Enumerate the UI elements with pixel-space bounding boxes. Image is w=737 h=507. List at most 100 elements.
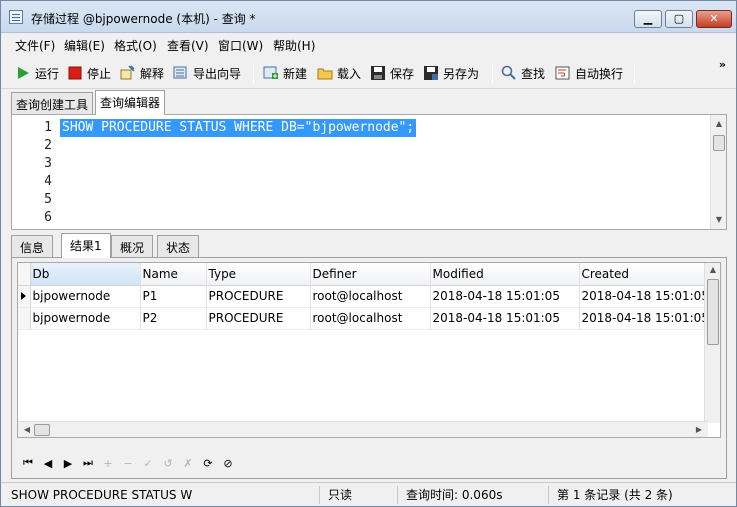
table-row[interactable]: bjpowernode P2 PROCEDURE root@localhost … — [18, 307, 710, 330]
save-button[interactable]: 保存 — [370, 63, 414, 83]
load-button[interactable]: 载入 — [317, 63, 361, 83]
refresh-icon[interactable]: ⟳ — [198, 457, 218, 470]
table-cell[interactable]: root@localhost — [310, 285, 431, 308]
line-number: 1 — [44, 120, 52, 135]
table-cell[interactable]: bjpowernode — [30, 285, 141, 308]
word-wrap-icon — [555, 65, 571, 81]
next-record-icon[interactable]: ▶ — [58, 457, 78, 470]
add-record-icon[interactable]: + — [98, 457, 118, 470]
explain-label: 解释 — [140, 66, 165, 81]
save-label: 保存 — [390, 66, 415, 81]
line-number: 3 — [44, 156, 52, 171]
discard-changes-icon[interactable]: ↺ — [158, 457, 178, 470]
menu-bar: 文件(F) 编辑(E) 格式(O) 查看(V) 窗口(W) 帮助(H) — [1, 34, 736, 56]
search-icon — [501, 65, 517, 81]
record-navigation-bar: ⏮ ◀ ▶ ⏭ + − ✓ ↺ ✗ ⟳ ⊘ — [18, 454, 238, 472]
first-record-icon[interactable]: ⏮ — [18, 456, 38, 470]
export-wizard-button[interactable]: 导出向导 — [173, 63, 241, 83]
maximize-button[interactable]: ▢ — [665, 10, 693, 28]
tab-status[interactable]: 状态 — [157, 235, 200, 257]
tab-profile[interactable]: 概况 — [111, 235, 154, 257]
explain-button[interactable]: 解释 — [120, 63, 164, 83]
stop-query-icon[interactable]: ⊘ — [218, 457, 238, 470]
line-number: 4 — [44, 174, 52, 189]
tab-info[interactable]: 信息 — [11, 235, 54, 257]
column-header-modified[interactable]: Modified — [430, 263, 580, 286]
apply-changes-icon[interactable]: ✓ — [138, 457, 158, 470]
save-icon — [370, 65, 386, 81]
table-cell[interactable]: root@localhost — [310, 307, 431, 330]
app-window: 存储过程 @bjpowernode (本机) - 查询 * ▁ ▢ ✕ 文件(F… — [0, 0, 737, 507]
scroll-down-arrow-icon[interactable]: ▼ — [711, 213, 727, 227]
menu-edit[interactable]: 编辑(E) — [64, 37, 105, 54]
sql-editor[interactable]: 1 2 3 4 5 6 SHOW PROCEDURE STATUS WHERE … — [11, 114, 727, 230]
word-wrap-button[interactable]: 自动换行 — [555, 63, 623, 83]
sql-statement-selected[interactable]: SHOW PROCEDURE STATUS WHERE DB="bjpowern… — [60, 119, 417, 137]
stop-button[interactable]: 停止 — [67, 63, 111, 83]
cancel-icon[interactable]: ✗ — [178, 457, 198, 470]
run-button[interactable]: 运行 — [15, 63, 59, 83]
column-header-created[interactable]: Created — [579, 263, 710, 286]
scroll-left-arrow-icon[interactable]: ◀ — [20, 422, 34, 437]
result-tabs: 信息 结果1 概况 状态 — [11, 233, 727, 258]
export-wizard-label: 导出向导 — [193, 66, 242, 81]
line-number: 6 — [44, 210, 52, 225]
table-cell[interactable]: P2 — [140, 307, 207, 330]
toolbar-overflow-chevron-icon[interactable]: » — [719, 59, 726, 70]
run-label: 运行 — [35, 66, 60, 81]
tab-query-editor[interactable]: 查询编辑器 — [95, 90, 166, 115]
menu-format[interactable]: 格式(O) — [114, 37, 157, 54]
status-query-time: 查询时间: 0.060s — [397, 486, 549, 504]
minimize-button[interactable]: ▁ — [634, 10, 662, 28]
table-cell[interactable]: bjpowernode — [30, 307, 141, 330]
new-button[interactable]: 新建 — [263, 63, 307, 83]
status-sql: SHOW PROCEDURE STATUS W — [11, 488, 193, 502]
window-title: 存储过程 @bjpowernode (本机) - 查询 * — [31, 12, 256, 26]
row-indicator-header — [18, 263, 31, 286]
tab-query-builder[interactable]: 查询创建工具 — [11, 92, 94, 114]
menu-window[interactable]: 窗口(W) — [218, 37, 263, 54]
stop-label: 停止 — [87, 66, 112, 81]
table-cell[interactable]: 2018-04-18 15:01:05 — [430, 285, 580, 308]
column-header-db[interactable]: Db — [30, 263, 141, 286]
previous-record-icon[interactable]: ◀ — [38, 457, 58, 470]
table-cell[interactable]: PROCEDURE — [206, 307, 311, 330]
row-indicator — [18, 307, 31, 330]
scroll-thumb[interactable] — [713, 135, 725, 151]
delete-record-icon[interactable]: − — [118, 457, 138, 470]
save-as-button[interactable]: 另存为 — [423, 63, 479, 83]
table-cell[interactable]: 2018-04-18 15:01:05 — [430, 307, 580, 330]
column-header-name[interactable]: Name — [140, 263, 207, 286]
editor-vertical-scrollbar[interactable]: ▲ ▼ — [710, 115, 726, 229]
column-header-type[interactable]: Type — [206, 263, 311, 286]
table-cell[interactable]: 2018-04-18 15:01:05 — [579, 285, 710, 308]
close-button[interactable]: ✕ — [696, 10, 732, 28]
result-grid[interactable]: Db Name Type Definer Modified Created bj… — [17, 262, 721, 438]
scroll-up-arrow-icon[interactable]: ▲ — [705, 263, 720, 277]
table-cell[interactable]: 2018-04-18 15:01:05 — [579, 307, 710, 330]
column-header-definer[interactable]: Definer — [310, 263, 431, 286]
table-cell[interactable]: P1 — [140, 285, 207, 308]
toolbar-separator — [492, 63, 493, 83]
line-number-gutter: 1 2 3 4 5 6 — [12, 119, 52, 227]
status-readonly: 只读 — [319, 486, 399, 504]
scroll-up-arrow-icon[interactable]: ▲ — [711, 117, 727, 131]
table-cell[interactable]: PROCEDURE — [206, 285, 311, 308]
table-row[interactable]: bjpowernode P1 PROCEDURE root@localhost … — [18, 285, 710, 308]
toolbar-separator — [634, 63, 635, 83]
scroll-thumb[interactable] — [707, 279, 719, 345]
grid-horizontal-scrollbar[interactable]: ◀ ▶ — [18, 421, 708, 437]
table-header-row: Db Name Type Definer Modified Created — [18, 263, 710, 286]
grid-vertical-scrollbar[interactable]: ▲ — [704, 263, 720, 423]
find-button[interactable]: 查找 — [501, 63, 545, 83]
scroll-right-arrow-icon[interactable]: ▶ — [692, 422, 706, 437]
toolbar-separator — [253, 63, 254, 83]
query-window-icon — [9, 10, 23, 24]
last-record-icon[interactable]: ⏭ — [78, 456, 98, 470]
tab-result1[interactable]: 结果1 — [61, 233, 111, 258]
menu-help[interactable]: 帮助(H) — [273, 37, 315, 54]
save-as-icon — [423, 65, 439, 81]
scroll-thumb[interactable] — [34, 424, 50, 436]
menu-file[interactable]: 文件(F) — [15, 37, 55, 54]
menu-view[interactable]: 查看(V) — [167, 37, 209, 54]
